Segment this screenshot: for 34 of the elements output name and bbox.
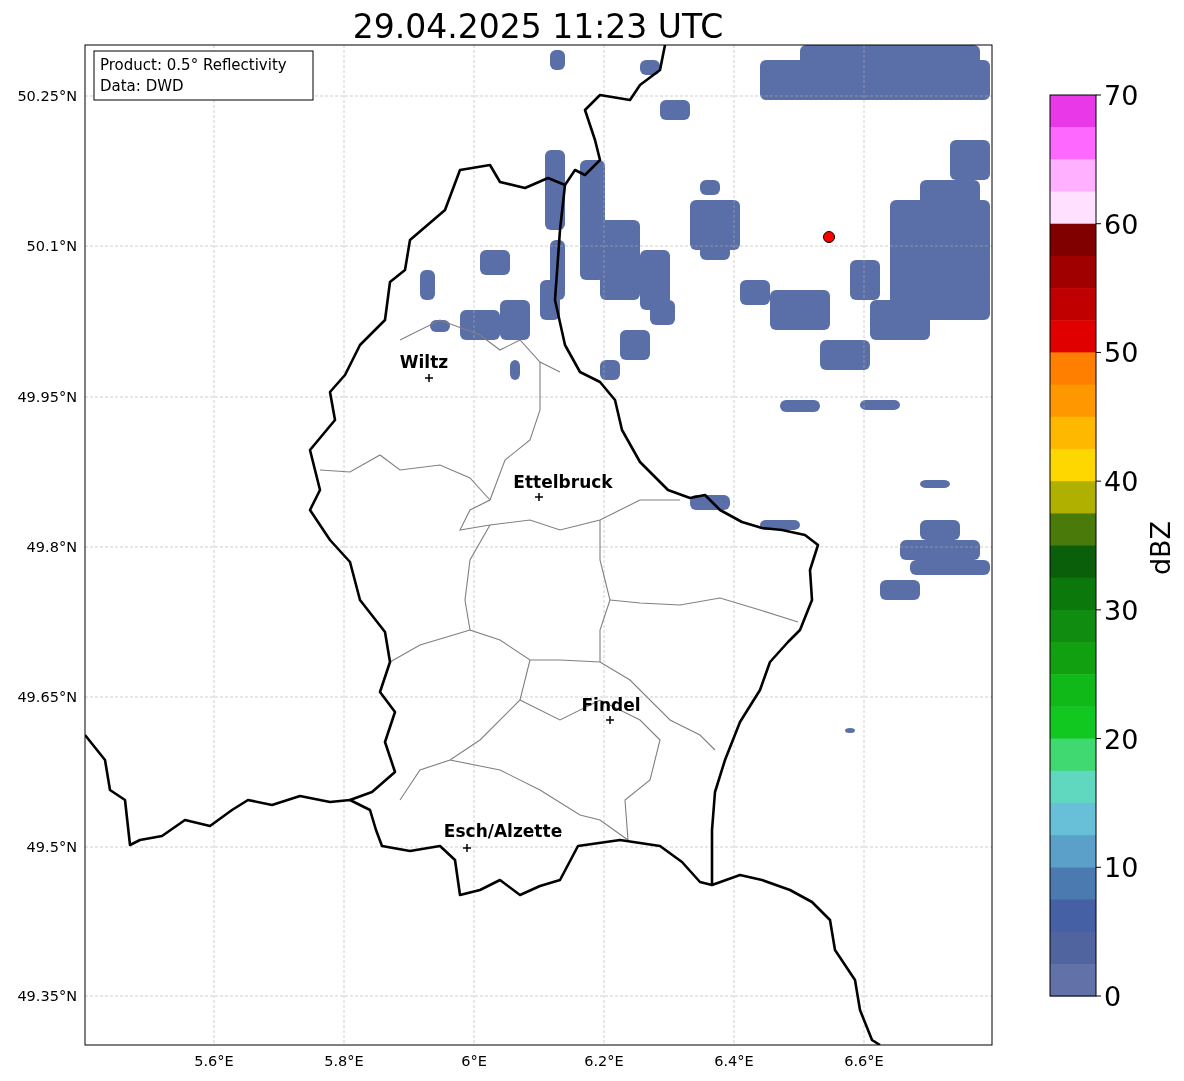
colorbar-tick-label: 0 (1104, 981, 1122, 1012)
latitude-label: 49.8°N (26, 539, 77, 555)
city-marker-icon (605, 715, 615, 725)
colorbar-label: dBZ (1145, 520, 1176, 576)
colorbar-tick-label: 50 (1104, 337, 1139, 369)
colorbar-tick-label: 30 (1104, 594, 1139, 626)
city-marker-icon (424, 373, 434, 383)
longitude-label: 6°E (461, 1053, 487, 1069)
latitude-label: 50.25°N (17, 88, 77, 104)
city-label: Findel (581, 695, 641, 715)
city-marker-icon (534, 492, 544, 502)
latitude-label: 49.5°N (26, 839, 77, 855)
longitude-label: 6.2°E (584, 1053, 624, 1069)
latitude-label: 49.65°N (17, 689, 77, 705)
colorbar-tick-label: 70 (1104, 80, 1139, 111)
info-text: Product: 0.5° Reflectivity (100, 56, 287, 74)
longitude-label: 5.8°E (324, 1053, 364, 1069)
latitude-label: 50.1°N (26, 238, 77, 254)
colorbar-tick-label: 20 (1104, 723, 1139, 755)
latitude-label: 49.35°N (17, 988, 77, 1004)
colorbar-tick-label: 40 (1104, 466, 1139, 498)
info-text: Data: DWD (100, 77, 184, 95)
city-label: Ettelbruck (513, 472, 613, 492)
city-marker-icon (462, 843, 472, 853)
chart-title: 29.04.2025 11:23 UTC (352, 7, 724, 46)
longitude-label: 6.4°E (714, 1053, 754, 1069)
latitude-label: 49.95°N (17, 389, 77, 405)
longitude-label: 5.6°E (194, 1053, 234, 1069)
colorbar-tick-label: 10 (1104, 852, 1139, 884)
radar-site-icon (823, 231, 835, 243)
colorbar-tick-label: 60 (1104, 208, 1139, 240)
longitude-label: 6.6°E (844, 1053, 884, 1069)
city-label: Wiltz (399, 352, 449, 372)
city-label: Esch/Alzette (443, 821, 563, 841)
